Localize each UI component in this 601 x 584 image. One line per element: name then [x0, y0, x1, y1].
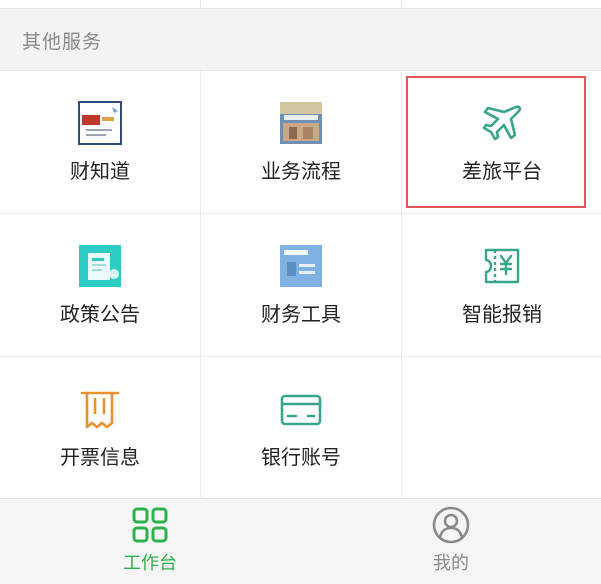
- service-grid: 财知道 业务流程 差旅平台 政策公告 财务工具 智能报销 开票信息 银行账号: [0, 70, 601, 499]
- service-item-finance-knowledge[interactable]: 财知道: [0, 71, 200, 213]
- grid-icon: [130, 505, 170, 545]
- top-strip-divider: [200, 0, 201, 8]
- finance-tools-thumbnail-icon: [279, 244, 323, 288]
- service-item-invoice-info[interactable]: 开票信息: [0, 357, 200, 499]
- service-item-finance-tools[interactable]: 财务工具: [201, 214, 401, 356]
- service-item-policy-announcement[interactable]: 政策公告: [0, 214, 200, 356]
- top-strip-divider: [401, 0, 402, 8]
- service-label: 开票信息: [60, 445, 140, 469]
- bank-card-icon: [279, 387, 323, 431]
- tab-label: 工作台: [123, 553, 177, 574]
- tab-workbench[interactable]: 工作台: [0, 499, 300, 584]
- service-item-empty: [402, 357, 601, 499]
- service-label: 业务流程: [261, 159, 341, 183]
- service-item-business-process[interactable]: 业务流程: [201, 71, 401, 213]
- finance-knowledge-thumbnail-icon: [78, 101, 122, 145]
- section-title: 其他服务: [22, 31, 103, 53]
- service-label: 智能报销: [462, 302, 542, 326]
- bottom-tab-bar: 工作台 我的: [0, 498, 601, 584]
- section-header: 其他服务: [0, 9, 601, 69]
- top-strip: [0, 0, 601, 9]
- receipt-icon: [78, 387, 122, 431]
- service-item-bank-account[interactable]: 银行账号: [201, 357, 401, 499]
- yen-ticket-icon: [480, 244, 524, 288]
- tab-mine[interactable]: 我的: [301, 499, 601, 584]
- tab-label: 我的: [433, 553, 469, 574]
- service-item-smart-reimbursement[interactable]: 智能报销: [402, 214, 601, 356]
- service-label: 银行账号: [261, 445, 341, 469]
- service-label: 政策公告: [60, 302, 140, 326]
- user-circle-icon: [431, 505, 471, 545]
- business-process-thumbnail-icon: [279, 101, 323, 145]
- service-label: 财知道: [70, 159, 130, 183]
- selection-highlight: [406, 76, 586, 208]
- policy-announcement-thumbnail-icon: [78, 244, 122, 288]
- service-label: 财务工具: [261, 302, 341, 326]
